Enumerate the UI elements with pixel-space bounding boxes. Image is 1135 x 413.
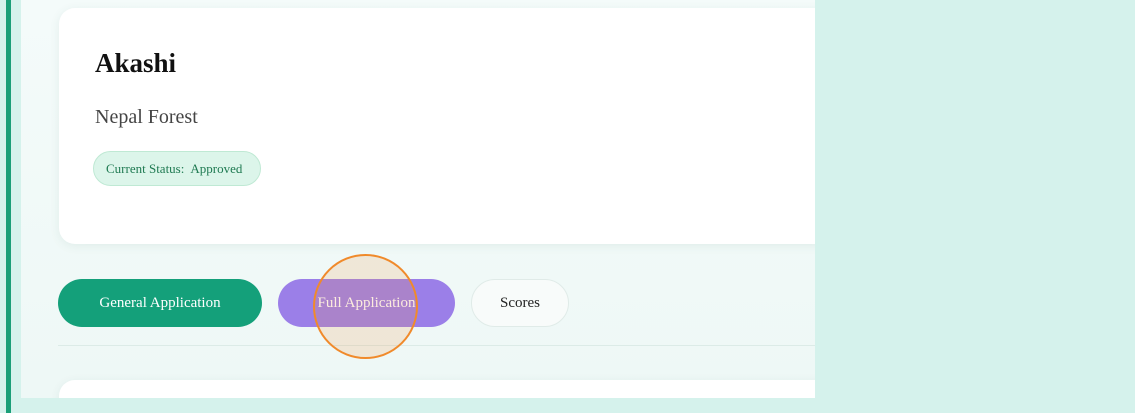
- organization-name: Nepal Forest: [95, 106, 198, 128]
- tab-scores[interactable]: Scores: [471, 279, 569, 327]
- left-accent-bar: [6, 0, 11, 413]
- applicant-name: Akashi: [95, 48, 177, 78]
- tab-full-application[interactable]: Full Application: [278, 279, 455, 327]
- tab-general-application[interactable]: General Application: [58, 279, 262, 327]
- status-value: Approved: [190, 160, 243, 176]
- application-tabs: General Application Full Application Sco…: [58, 279, 569, 327]
- tabs-divider: [58, 345, 815, 346]
- application-view: Akashi Nepal Forest Current Status: Appr…: [21, 0, 815, 398]
- status-label: Current Status:: [106, 160, 185, 176]
- content-card: [59, 380, 815, 398]
- profile-card: Akashi Nepal Forest Current Status: Appr…: [59, 8, 815, 244]
- status-badge: Current Status: Approved: [93, 151, 262, 186]
